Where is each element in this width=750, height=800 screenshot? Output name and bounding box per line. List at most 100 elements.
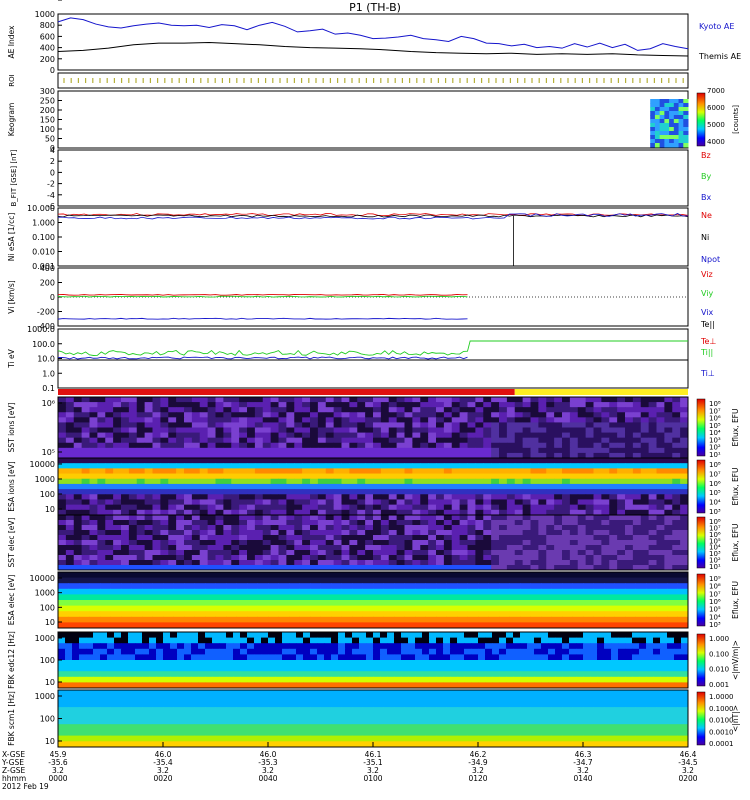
heatmap-cell bbox=[680, 407, 689, 413]
heatmap-cell bbox=[506, 525, 516, 531]
heatmap-cell bbox=[247, 665, 255, 672]
heatmap-cell bbox=[388, 407, 398, 413]
heatmap-cell bbox=[380, 442, 390, 449]
heatmap-cell bbox=[380, 483, 390, 490]
heatmap-cell bbox=[483, 412, 492, 418]
heatmap-cell bbox=[58, 572, 69, 579]
heatmap-cell bbox=[136, 432, 146, 439]
heatmap-cell bbox=[646, 611, 657, 618]
heatmap-cell bbox=[128, 665, 136, 672]
heatmap-cell bbox=[317, 397, 327, 403]
ytick-label-sst_ion: 10⁵ bbox=[42, 448, 55, 457]
heatmap-cell bbox=[509, 690, 521, 697]
heatmap-cell bbox=[113, 560, 122, 566]
heatmap-cell bbox=[114, 660, 122, 667]
heatmap-cell bbox=[614, 611, 626, 618]
heatmap-cell bbox=[457, 588, 468, 595]
heatmap-cell bbox=[278, 422, 287, 428]
heatmap-cell bbox=[577, 483, 587, 490]
keogram-cell bbox=[669, 99, 675, 104]
heatmap-cell bbox=[239, 560, 248, 566]
heatmap-cell bbox=[302, 489, 311, 495]
heatmap-cell bbox=[205, 676, 213, 683]
heatmap-cell bbox=[226, 600, 237, 607]
heatmap-cell bbox=[275, 660, 283, 667]
heatmap-cell bbox=[569, 632, 577, 639]
heatmap-cell bbox=[387, 665, 395, 672]
heatmap-cell bbox=[365, 437, 374, 444]
heatmap-cell bbox=[436, 442, 445, 449]
heatmap-esa_elec bbox=[58, 572, 689, 629]
heatmap-cell bbox=[73, 560, 83, 566]
heatmap-cell bbox=[152, 478, 161, 485]
heatmap-cell bbox=[538, 447, 547, 454]
heatmap-cell bbox=[176, 468, 185, 475]
heatmap-cell bbox=[113, 442, 122, 449]
heatmap-cell bbox=[373, 473, 382, 480]
heatmap-cell bbox=[223, 437, 232, 444]
heatmap-cell bbox=[207, 530, 216, 536]
heatmap-cell bbox=[310, 494, 319, 500]
heatmap-cell bbox=[152, 545, 161, 551]
heatmap-cell bbox=[152, 494, 161, 500]
ytick-label-vi: 400 bbox=[40, 264, 55, 273]
heatmap-cell bbox=[194, 616, 206, 623]
heatmap-cell bbox=[333, 442, 342, 449]
heatmap-cell bbox=[352, 695, 363, 702]
heatmap-cell bbox=[656, 594, 668, 601]
heatmap-cell bbox=[152, 412, 161, 418]
heatmap-cell bbox=[331, 701, 342, 708]
heatmap-cell bbox=[443, 458, 453, 464]
heatmap-cell bbox=[121, 397, 130, 403]
heatmap-cell bbox=[425, 616, 437, 623]
heatmap-cell bbox=[492, 643, 500, 650]
heatmap-cell bbox=[176, 437, 185, 444]
heatmap-cell bbox=[136, 437, 146, 444]
heatmap-cell bbox=[475, 504, 484, 511]
keogram-cell bbox=[669, 111, 675, 116]
heatmap-cell bbox=[522, 468, 531, 475]
heatmap-cell bbox=[380, 530, 390, 536]
heatmap-cell bbox=[404, 412, 413, 418]
heatmap-cell bbox=[611, 654, 619, 661]
heatmap-cell bbox=[541, 577, 552, 584]
heatmap-cell bbox=[394, 643, 402, 650]
heatmap-cell bbox=[604, 577, 615, 584]
heatmap-cell bbox=[459, 402, 468, 408]
heatmap-cell bbox=[105, 504, 114, 511]
heatmap-cell bbox=[604, 718, 615, 725]
heatmap-cell bbox=[597, 671, 605, 678]
heatmap-cell bbox=[491, 397, 500, 403]
heatmap-cell bbox=[366, 648, 374, 655]
heatmap-cell bbox=[635, 616, 647, 623]
heatmap-cell bbox=[89, 417, 98, 423]
heatmap-cell bbox=[436, 695, 447, 702]
heatmap-cell bbox=[254, 447, 264, 454]
heatmap-cell bbox=[585, 447, 594, 454]
ytick-label-ae: 1000 bbox=[35, 10, 55, 19]
heatmap-cell bbox=[601, 545, 610, 551]
heatmap-cell bbox=[380, 648, 388, 655]
heatmap-cell bbox=[396, 478, 405, 485]
heatmap-cell bbox=[632, 494, 642, 500]
heatmap-cell bbox=[325, 545, 335, 551]
heatmap-cell bbox=[207, 447, 216, 454]
heatmap-cell bbox=[73, 412, 83, 418]
heatmap-cell bbox=[680, 478, 689, 485]
heatmap-cell bbox=[471, 676, 479, 683]
heatmap-cell bbox=[491, 520, 500, 526]
heatmap-cell bbox=[65, 489, 75, 495]
heatmap-cell bbox=[286, 422, 295, 428]
heatmap-cell bbox=[585, 483, 594, 490]
heatmap-cell bbox=[170, 637, 178, 644]
heatmap-cell bbox=[310, 577, 321, 584]
heatmap-cell bbox=[310, 504, 319, 511]
heatmap-cell bbox=[219, 648, 227, 655]
heatmap-cell bbox=[604, 695, 615, 702]
heatmap-cell bbox=[310, 473, 319, 480]
heatmap-cell bbox=[530, 437, 539, 444]
heatmap-cell bbox=[420, 422, 429, 428]
keogram-cell bbox=[650, 107, 656, 112]
heatmap-cell bbox=[100, 637, 108, 644]
heatmap-cell bbox=[168, 535, 177, 541]
